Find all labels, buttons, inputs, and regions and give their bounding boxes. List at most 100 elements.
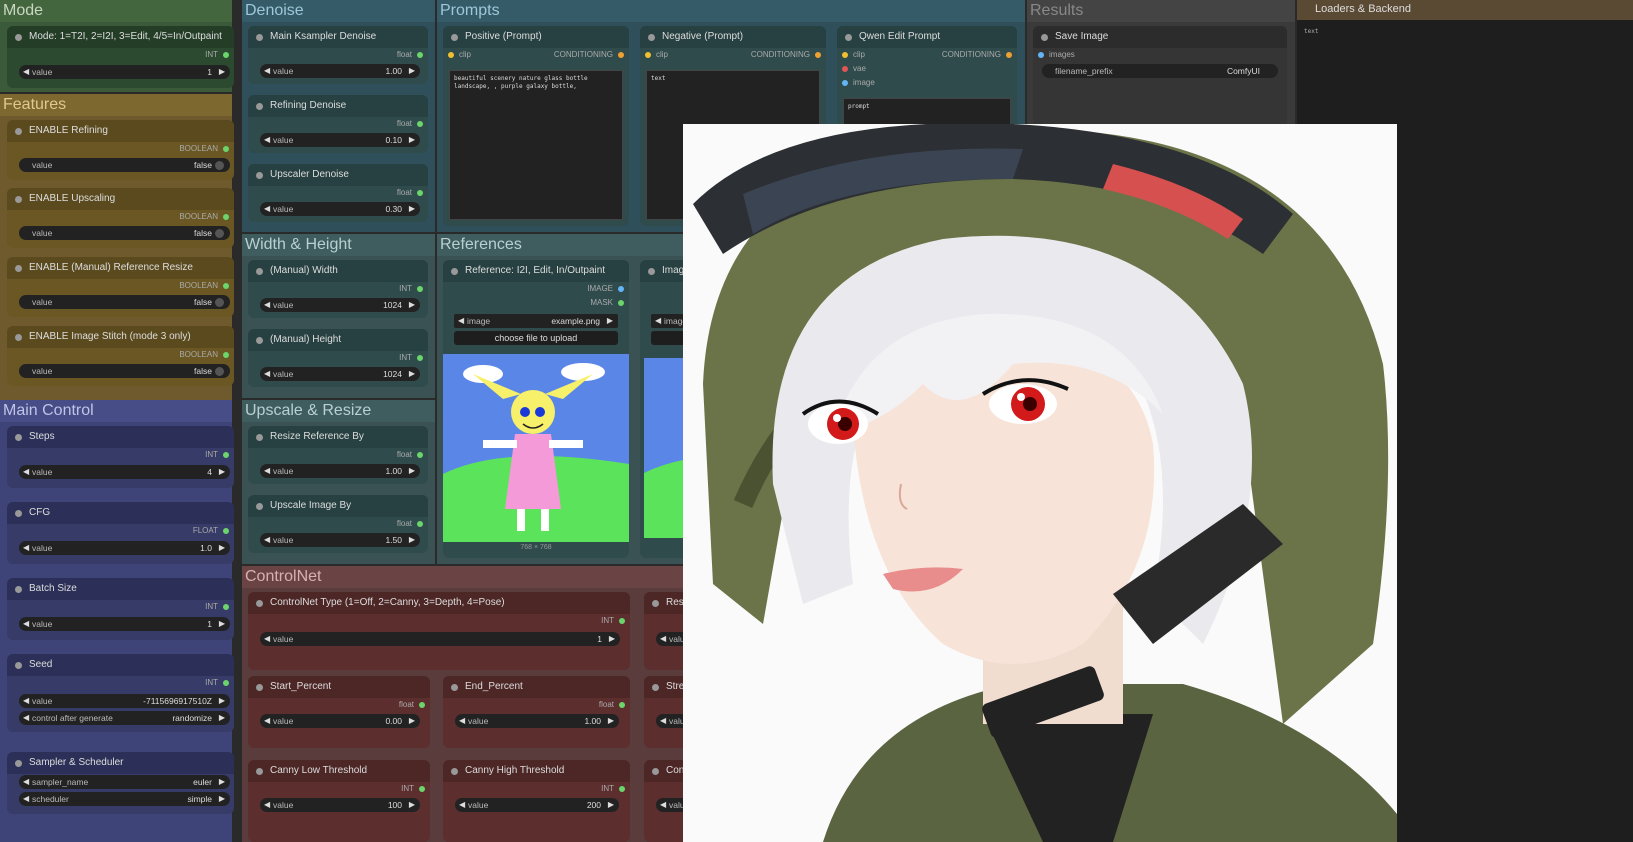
cfg-widget[interactable]: ◀ value 1.0 ▶ (19, 541, 230, 555)
decrement-arrow[interactable]: ◀ (264, 367, 270, 381)
increment-arrow[interactable]: ▶ (409, 202, 415, 216)
decrement-arrow[interactable]: ◀ (264, 798, 270, 812)
node-canny-high[interactable]: Canny High Threshold INT ◀ value 200 ▶ (443, 760, 630, 842)
increment-arrow[interactable]: ▶ (219, 465, 225, 479)
node-refining-denoise[interactable]: Refining Denoise float ◀ value 0.10 ▶ (248, 95, 428, 153)
decrement-arrow[interactable]: ◀ (264, 298, 270, 312)
toggle-widget[interactable]: value false (19, 226, 230, 240)
increment-arrow[interactable]: ▶ (409, 798, 415, 812)
decrement-arrow[interactable]: ◀ (660, 632, 666, 646)
decrement-arrow[interactable]: ◀ (264, 533, 270, 547)
output-dot[interactable] (619, 618, 625, 624)
output-dot[interactable] (419, 786, 425, 792)
node-upscale-image[interactable]: Upscale Image By float ◀ value 1.50 ▶ (248, 495, 428, 553)
input-dot-clip[interactable] (645, 52, 651, 58)
increment-arrow[interactable]: ▶ (409, 714, 415, 728)
control-after-generate-widget[interactable]: ◀ control after generate randomize ▶ (19, 711, 230, 725)
toggle-knob[interactable] (215, 161, 224, 170)
denoise-widget[interactable]: ◀ value 0.10 ▶ (260, 133, 420, 147)
increment-arrow[interactable]: ▶ (609, 632, 615, 646)
output-dot[interactable] (417, 452, 423, 458)
node-enable-upscaling[interactable]: ENABLE Upscaling BOOLEAN value false (7, 188, 234, 248)
node-canny-low[interactable]: Canny Low Threshold INT ◀ value 100 ▶ (248, 760, 430, 842)
decrement-arrow[interactable]: ◀ (660, 798, 666, 812)
node-upscaler-denoise[interactable]: Upscaler Denoise float ◀ value 0.30 ▶ (248, 164, 428, 222)
decrement-arrow[interactable]: ◀ (264, 202, 270, 216)
node-batch-size[interactable]: Batch Size INT ◀ value 1 ▶ (7, 578, 234, 640)
scheduler-widget[interactable]: ◀ scheduler simple ▶ (19, 792, 230, 806)
toggle-knob[interactable] (215, 298, 224, 307)
mode-value-widget[interactable]: ◀ value 1 ▶ (19, 65, 230, 79)
node-reference-image[interactable]: Reference: I2I, Edit, In/Outpaint IMAGE … (443, 260, 629, 558)
input-dot-vae[interactable] (842, 66, 848, 72)
filename-prefix-widget[interactable]: filename_prefix ComfyUI (1042, 64, 1278, 78)
input-dot-clip[interactable] (842, 52, 848, 58)
output-dot[interactable] (417, 190, 423, 196)
input-dot-image[interactable] (842, 80, 848, 86)
increment-arrow[interactable]: ▶ (219, 792, 225, 806)
input-dot-images[interactable] (1038, 52, 1044, 58)
output-dot[interactable] (417, 355, 423, 361)
decrement-arrow[interactable]: ◀ (23, 65, 29, 79)
increment-arrow[interactable]: ▶ (409, 64, 415, 78)
node-main-denoise[interactable]: Main Ksampler Denoise float ◀ value 1.00… (248, 26, 428, 84)
increment-arrow[interactable]: ▶ (219, 775, 225, 789)
increment-arrow[interactable]: ▶ (409, 464, 415, 478)
output-dot[interactable] (419, 702, 425, 708)
increment-arrow[interactable]: ▶ (219, 694, 225, 708)
steps-widget[interactable]: ◀ value 4 ▶ (19, 465, 230, 479)
increment-arrow[interactable]: ▶ (409, 133, 415, 147)
output-dot[interactable] (1006, 52, 1012, 58)
output-dot[interactable] (417, 52, 423, 58)
node-enable-stitch[interactable]: ENABLE Image Stitch (mode 3 only) BOOLEA… (7, 326, 234, 386)
increment-arrow[interactable]: ▶ (409, 367, 415, 381)
increment-arrow[interactable]: ▶ (219, 711, 225, 725)
node-controlnet-type[interactable]: ControlNet Type (1=Off, 2=Canny, 3=Depth… (248, 592, 630, 670)
end-percent-widget[interactable]: ◀ value 1.00 ▶ (455, 714, 619, 728)
denoise-widget[interactable]: ◀ value 1.00 ▶ (260, 64, 420, 78)
decrement-arrow[interactable]: ◀ (459, 798, 465, 812)
output-dot[interactable] (223, 680, 229, 686)
decrement-arrow[interactable]: ◀ (264, 133, 270, 147)
node-cfg[interactable]: CFG FLOAT ◀ value 1.0 ▶ (7, 502, 234, 564)
decrement-arrow[interactable]: ◀ (23, 694, 29, 708)
decrement-arrow[interactable]: ◀ (655, 314, 661, 328)
node-height[interactable]: (Manual) Height INT ◀ value 1024 ▶ (248, 329, 428, 387)
output-dot[interactable] (618, 52, 624, 58)
resize-widget[interactable]: ◀ value 1.00 ▶ (260, 464, 420, 478)
increment-arrow[interactable]: ▶ (607, 314, 613, 328)
toggle-knob[interactable] (215, 229, 224, 238)
decrement-arrow[interactable]: ◀ (264, 632, 270, 646)
output-dot[interactable] (223, 452, 229, 458)
output-dot[interactable] (417, 121, 423, 127)
controlnet-type-widget[interactable]: ◀ value 1 ▶ (260, 632, 620, 646)
toggle-widget[interactable]: value false (19, 295, 230, 309)
decrement-arrow[interactable]: ◀ (23, 465, 29, 479)
node-enable-refining[interactable]: ENABLE Refining BOOLEAN value false (7, 120, 234, 180)
canny-low-widget[interactable]: ◀ value 100 ▶ (260, 798, 420, 812)
output-dot[interactable] (223, 146, 229, 152)
node-seed[interactable]: Seed INT ◀ value -7115696917510Z ▶ ◀ con… (7, 654, 234, 732)
toggle-knob[interactable] (215, 367, 224, 376)
node-mode[interactable]: Mode: 1=T2I, 2=I2I, 3=Edit, 4/5=In/Outpa… (7, 26, 234, 88)
upload-button[interactable]: choose file to upload (454, 331, 618, 345)
output-dot[interactable] (223, 283, 229, 289)
increment-arrow[interactable]: ▶ (608, 714, 614, 728)
sampler-widget[interactable]: ◀ sampler_name euler ▶ (19, 775, 230, 789)
node-positive-prompt[interactable]: Positive (Prompt) clip CONDITIONING beau… (443, 26, 629, 226)
height-widget[interactable]: ◀ value 1024 ▶ (260, 367, 420, 381)
decrement-arrow[interactable]: ◀ (660, 714, 666, 728)
decrement-arrow[interactable]: ◀ (459, 714, 465, 728)
node-end-percent[interactable]: End_Percent float ◀ value 1.00 ▶ (443, 676, 630, 748)
node-start-percent[interactable]: Start_Percent float ◀ value 0.00 ▶ (248, 676, 430, 748)
decrement-arrow[interactable]: ◀ (23, 711, 29, 725)
output-dot[interactable] (223, 528, 229, 534)
batch-widget[interactable]: ◀ value 1 ▶ (19, 617, 230, 631)
decrement-arrow[interactable]: ◀ (23, 617, 29, 631)
decrement-arrow[interactable]: ◀ (23, 541, 29, 555)
start-percent-widget[interactable]: ◀ value 0.00 ▶ (260, 714, 420, 728)
decrement-arrow[interactable]: ◀ (458, 314, 464, 328)
width-widget[interactable]: ◀ value 1024 ▶ (260, 298, 420, 312)
canny-high-widget[interactable]: ◀ value 200 ▶ (455, 798, 619, 812)
input-dot-clip[interactable] (448, 52, 454, 58)
